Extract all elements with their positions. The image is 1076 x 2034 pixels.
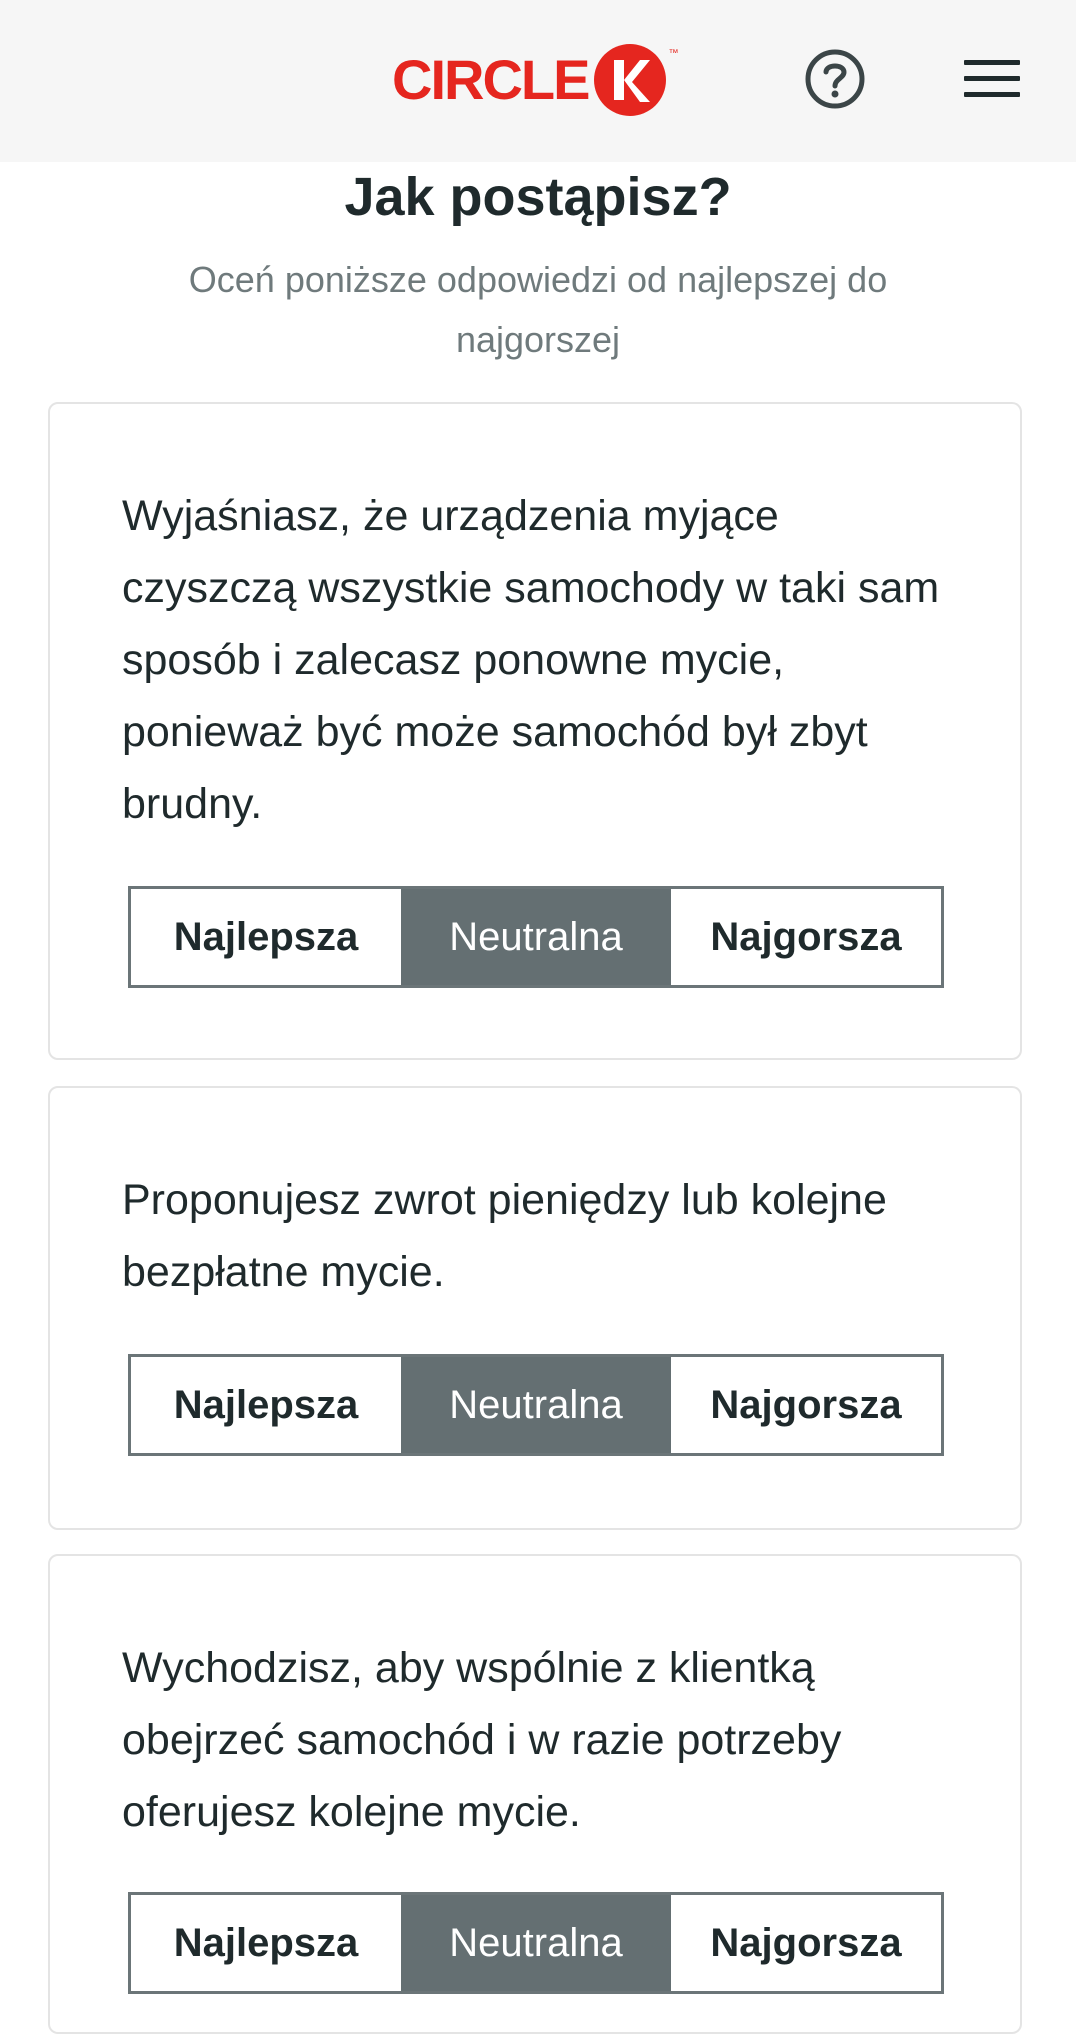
rating-worst-button[interactable]: Najgorsza [671,889,941,985]
answer-text: Proponujesz zwrot pieniędzy lub kolejne … [122,1176,887,1296]
rating-segmented-control: Najlepsza Neutralna Najgorsza [128,886,944,988]
rating-best-button[interactable]: Najlepsza [131,1895,401,1991]
rating-worst-button[interactable]: Najgorsza [671,1895,941,1991]
rating-segmented-control: Najlepsza Neutralna Najgorsza [128,1354,944,1456]
rating-neutral-button[interactable]: Neutralna [401,889,671,985]
hamburger-menu-icon[interactable] [964,60,1020,98]
logo-trademark: ™ [668,48,679,59]
rating-worst-button[interactable]: Najgorsza [671,1357,941,1453]
rating-best-button[interactable]: Najlepsza [131,889,401,985]
answer-text: Wyjaśniasz, że urządzenia myjące czyszcz… [122,492,940,828]
page-subtitle: Oceń poniższe odpowiedzi od najlepszej d… [188,259,888,360]
answer-card: Wyjaśniasz, że urządzenia myjące czyszcz… [48,402,1022,1060]
top-header: CIRCLE ™ [0,0,1076,162]
answer-text: Wychodzisz, aby wspólnie z klientką obej… [122,1644,842,1836]
question-circle-icon[interactable] [804,48,866,110]
circle-k-logo[interactable]: CIRCLE ™ [392,40,678,120]
rating-segmented-control: Najlepsza Neutralna Najgorsza [128,1892,944,1994]
rating-neutral-button[interactable]: Neutralna [401,1895,671,1991]
rating-neutral-button[interactable]: Neutralna [401,1357,671,1453]
page-title: Jak postąpisz? [344,167,732,227]
answer-card: Proponujesz zwrot pieniędzy lub kolejne … [48,1086,1022,1530]
logo-text: CIRCLE [392,48,590,111]
answer-card: Wychodzisz, aby wspólnie z klientką obej… [48,1554,1022,2034]
rating-best-button[interactable]: Najlepsza [131,1357,401,1453]
logo-k-mark [594,44,667,116]
